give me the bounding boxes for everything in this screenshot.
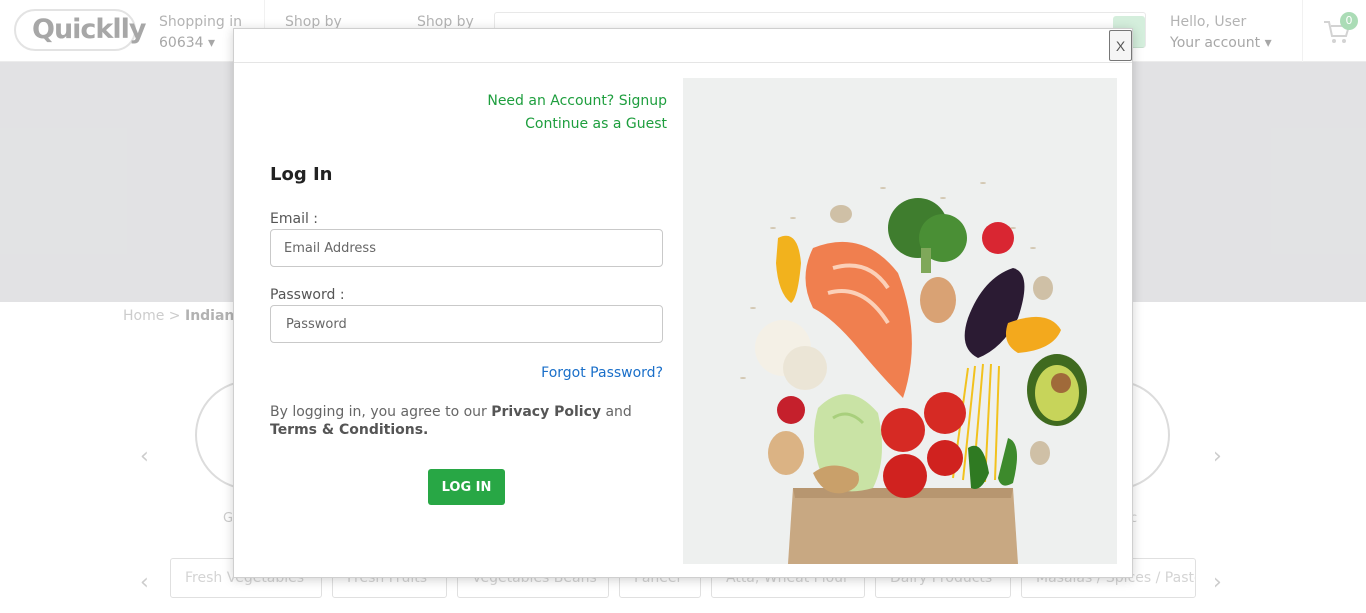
signup-link[interactable]: Need an Account? Signup: [487, 93, 667, 109]
close-button[interactable]: X: [1109, 30, 1132, 61]
groceries-illustration: [683, 78, 1117, 564]
terms-conditions-link[interactable]: Terms & Conditions.: [270, 422, 428, 438]
password-field[interactable]: [270, 305, 663, 343]
login-button[interactable]: LOG IN: [428, 469, 505, 505]
email-field[interactable]: [270, 229, 663, 267]
groceries-image: [683, 78, 1117, 564]
terms-and: and: [601, 404, 632, 420]
terms-prefix: By logging in, you agree to our: [270, 404, 492, 420]
guest-link[interactable]: Continue as a Guest: [525, 116, 667, 132]
password-label: Password :: [270, 287, 345, 303]
modal-topbar: X: [234, 29, 1132, 63]
terms-text: By logging in, you agree to our Privacy …: [270, 403, 650, 439]
login-modal: X Need an Account? Signup Continue as a …: [233, 28, 1133, 578]
email-label: Email :: [270, 211, 319, 227]
forgot-password-link[interactable]: Forgot Password?: [541, 365, 663, 381]
privacy-policy-link[interactable]: Privacy Policy: [491, 404, 601, 420]
login-title: Log In: [270, 164, 333, 185]
